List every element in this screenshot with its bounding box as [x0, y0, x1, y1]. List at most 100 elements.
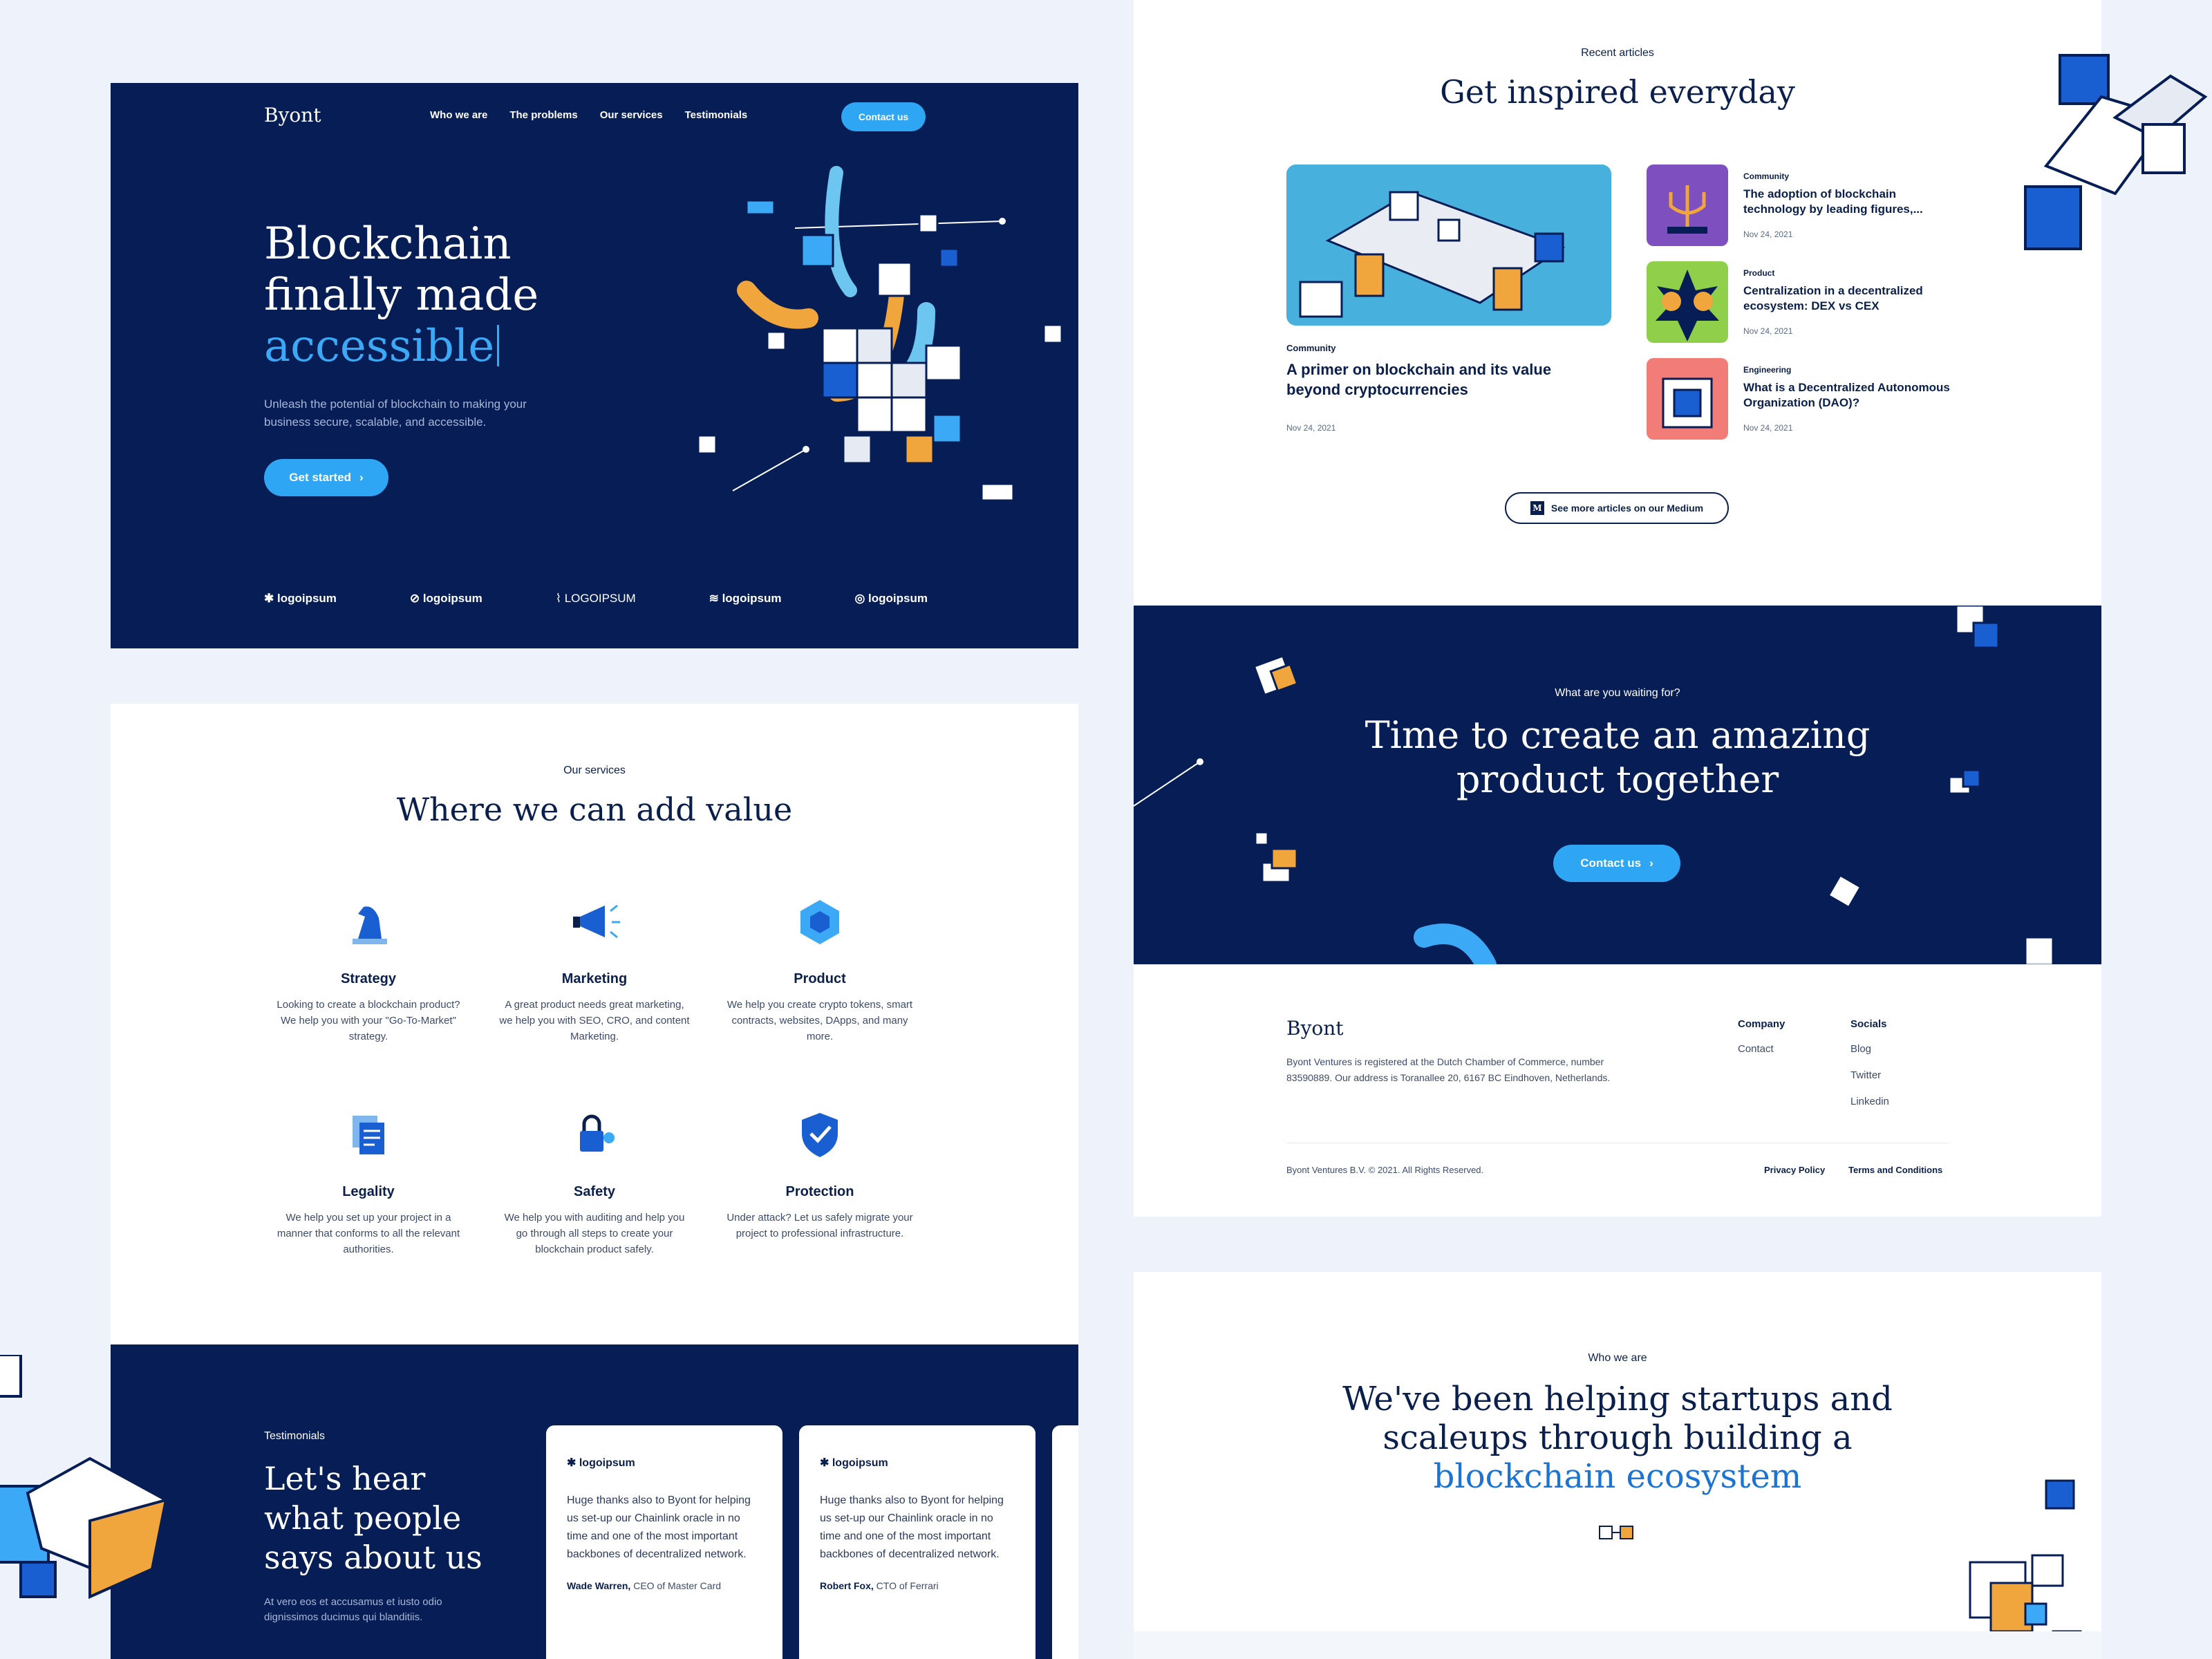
testimonials-title-line1: Let's hear	[264, 1460, 426, 1497]
who-title-line1: We've been helping startups and	[1342, 1380, 1893, 1418]
nav-our-services[interactable]: Our services	[600, 109, 663, 121]
testimonials-section: Testimonials Let's hear what people says…	[111, 1344, 1078, 1659]
cta-contact-label: Contact us	[1580, 856, 1642, 870]
articles-eyebrow: Recent articles	[1581, 47, 1654, 59]
nav-testimonials[interactable]: Testimonials	[685, 109, 748, 121]
article-date: Nov 24, 2021	[1743, 423, 1793, 433]
footer-section: Byont Byont Ventures is registered at th…	[1134, 964, 2101, 1217]
service-legality: Legality We help you set up your project…	[272, 1103, 465, 1257]
testimonials-title-line3: says about us	[264, 1539, 482, 1576]
featured-article-image[interactable]	[1286, 165, 1611, 326]
hero-subtitle: Unleash the potential of blockchain to m…	[264, 397, 527, 429]
testimonial-card: ✱ logoipsum Huge thanks also to Byont fo…	[546, 1425, 782, 1659]
who-title-accent: blockchain ecosystem	[1433, 1457, 1802, 1496]
next-section-edge	[1134, 1631, 2101, 1659]
article-date: Nov 24, 2021	[1743, 326, 1793, 336]
service-text: Under attack? Let us safely migrate your…	[727, 1212, 913, 1239]
article-thumb-1[interactable]	[1647, 165, 1728, 246]
services-eyebrow: Our services	[563, 765, 626, 776]
article-title[interactable]: The adoption of blockchain technology by…	[1743, 187, 1944, 217]
featured-date: Nov 24, 2021	[1286, 423, 1336, 433]
footer-link-twitter[interactable]: Twitter	[1850, 1069, 1881, 1081]
medium-icon: M	[1530, 501, 1544, 515]
socials-heading: Socials	[1850, 1018, 1887, 1030]
article-thumb-2[interactable]	[1647, 261, 1728, 343]
who-we-are-section: Who we are We've been helping startups a…	[1134, 1272, 2101, 1659]
article-category: Product	[1743, 268, 1775, 278]
testimonials-title-line2: what people	[264, 1499, 462, 1537]
exchange-starburst-icon	[1656, 270, 1719, 341]
service-title: Product	[794, 971, 846, 986]
footer-link-blog[interactable]: Blog	[1850, 1043, 1871, 1055]
testimonial-author: Robert Fox, CTO of Ferrari	[820, 1580, 939, 1591]
testimonial-card-partial[interactable]	[1052, 1425, 1078, 1659]
article-thumb-3[interactable]	[1647, 358, 1728, 440]
megaphone-icon	[573, 904, 620, 939]
testimonials-eyebrow: Testimonials	[264, 1430, 326, 1442]
corner-blocks-decoration	[2024, 54, 2208, 250]
featured-title[interactable]: A primer on blockchain and its value bey…	[1286, 359, 1591, 400]
lock-key-icon	[580, 1114, 615, 1152]
privacy-link[interactable]: Privacy Policy	[1764, 1165, 1825, 1175]
testimonial-author: Wade Warren, CEO of Master Card	[567, 1580, 722, 1591]
cta-section: What are you waiting for? Time to create…	[1134, 606, 2101, 964]
copyright: Byont Ventures B.V. © 2021. All Rights R…	[1286, 1165, 1484, 1175]
service-protection: Protection Under attack? Let us safely m…	[723, 1103, 917, 1241]
medium-link-label: See more articles on our Medium	[1550, 503, 1704, 514]
service-strategy: Strategy Looking to create a blockchain …	[272, 890, 465, 1044]
testimonial-logo: ✱ logoipsum	[567, 1457, 635, 1469]
cta-title-line2: product together	[1456, 758, 1779, 801]
terms-link[interactable]: Terms and Conditions	[1848, 1165, 1942, 1175]
services-section: Our services Where we can add value Stra…	[111, 704, 1078, 1344]
hero-title: Blockchain finally made accessible	[264, 218, 538, 372]
cta-title-line1: Time to create an amazing	[1365, 713, 1871, 757]
article-category: Engineering	[1743, 365, 1792, 375]
service-title: Marketing	[561, 971, 628, 986]
article-title[interactable]: Centralization in a decentralized ecosys…	[1743, 283, 1944, 314]
service-text: We help you create crypto tokens, smart …	[727, 999, 913, 1042]
hero-title-accent: accessible	[264, 321, 495, 372]
footer-brand[interactable]: Byont	[1286, 1017, 1344, 1040]
blockchain-blocks-illustration	[697, 166, 1063, 502]
documents-icon	[353, 1116, 384, 1154]
testimonials-title: Let's hear what people says about us	[264, 1459, 482, 1577]
cta-title: Time to create an amazing product togeth…	[1134, 713, 2101, 802]
hero-section: Byont Who we are The problems Our servic…	[111, 83, 1078, 648]
contact-button[interactable]: Contact us	[841, 102, 926, 131]
dao-building-icon	[1662, 377, 1713, 429]
footer-link-contact[interactable]: Contact	[1738, 1043, 1774, 1055]
service-text: We help you set up your project in a man…	[276, 1212, 460, 1255]
partner-logo-1: ✱ logoipsum	[264, 592, 337, 605]
chevron-right-icon: ›	[1649, 856, 1653, 870]
cta-eyebrow: What are you waiting for?	[1555, 687, 1680, 699]
cta-contact-button[interactable]: Contact us ›	[1553, 845, 1680, 882]
menorah-chain-icon	[1667, 185, 1707, 234]
partner-logo-3: ⌇ LOGOIPSUM	[555, 592, 636, 605]
article-date: Nov 24, 2021	[1743, 229, 1793, 239]
service-title: Strategy	[340, 971, 397, 986]
footer-link-linkedin[interactable]: Linkedin	[1850, 1096, 1889, 1107]
who-title-line2: scaleups through building a	[1382, 1418, 1853, 1457]
service-title: Protection	[785, 1184, 854, 1199]
nav-who-we-are[interactable]: Who we are	[430, 109, 487, 121]
get-started-button[interactable]: Get started ›	[264, 459, 388, 496]
partner-logo-4: ≋ logoipsum	[709, 592, 782, 605]
chess-knight-icon	[353, 906, 387, 944]
service-marketing: Marketing A great product needs great ma…	[498, 890, 691, 1044]
company-heading: Company	[1738, 1018, 1785, 1030]
brand-logo[interactable]: Byont	[264, 104, 321, 126]
testimonials-subtitle: At vero eos et accusamus et iusto odio d…	[264, 1596, 442, 1623]
hero-title-line1: Blockchain	[264, 218, 512, 270]
testimonial-quote: Huge thanks also to Byont for helping us…	[820, 1494, 1004, 1560]
partner-logos: ✱ logoipsum ⊘ logoipsum ⌇ LOGOIPSUM ≋ lo…	[264, 592, 928, 606]
article-title[interactable]: What is a Decentralized Autonomous Organ…	[1743, 380, 1951, 411]
cube-icon	[800, 900, 839, 944]
partner-logo-5: ◎ logoipsum	[854, 592, 928, 605]
testimonial-card: ✱ logoipsum Huge thanks also to Byont fo…	[799, 1425, 1035, 1659]
shield-icon	[802, 1113, 838, 1157]
who-eyebrow: Who we are	[1588, 1352, 1647, 1364]
service-text: Looking to create a blockchain product? …	[276, 999, 460, 1042]
nav-the-problems[interactable]: The problems	[509, 109, 577, 121]
articles-title: Get inspired everyday	[1440, 73, 1795, 111]
medium-link-button[interactable]: M See more articles on our Medium	[1505, 492, 1729, 524]
